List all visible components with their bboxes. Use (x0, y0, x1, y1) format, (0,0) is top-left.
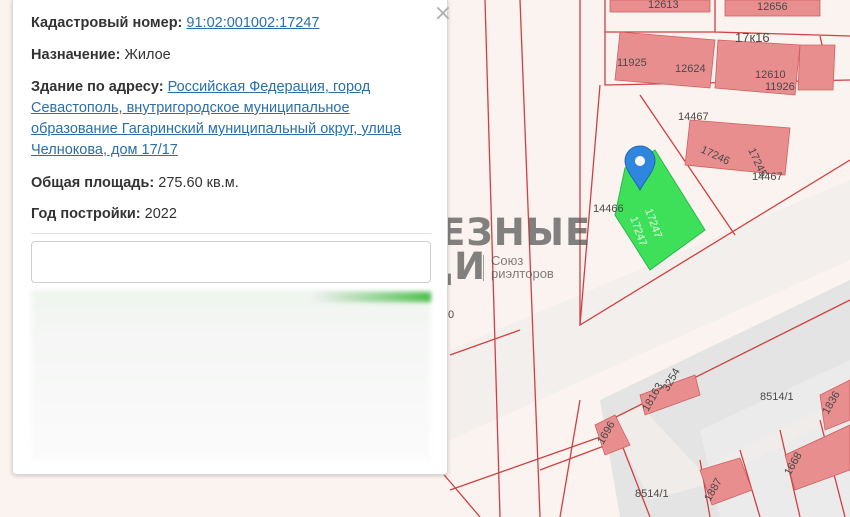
label-14466: 14466 (593, 203, 624, 215)
label-14467-top: 14467 (678, 111, 709, 123)
building-label: Здание по адресу: (31, 79, 164, 95)
cadastral-link[interactable]: 91:02:001002:17247 (186, 15, 319, 31)
label-12656: 12656 (757, 1, 788, 13)
close-icon[interactable]: × (433, 3, 453, 25)
year-value: 2022 (144, 206, 177, 222)
label-8514-top: 8514/1 (760, 391, 794, 403)
address-line-4[interactable]: Челнокова, дом 17/17 (31, 142, 178, 158)
label-0: 0 (448, 309, 454, 321)
purpose-row: Назначение: Жилое (31, 45, 171, 66)
area-label: Общая площадь: (31, 175, 155, 191)
year-label: Год постройки: (31, 206, 141, 222)
label-14467-bottom: 14467 (752, 171, 783, 183)
parcel-info-popup: × Кадастровый номер: 91:02:001002:17247 … (12, 0, 452, 475)
blurred-strip (313, 292, 431, 302)
area-value: 275.60 кв.м. (158, 175, 239, 191)
label-12613: 12613 (648, 0, 679, 11)
blurred-content (31, 290, 431, 460)
area-row: Общая площадь: 275.60 кв.м. (31, 173, 239, 194)
label-8514-bottom: 8514/1 (635, 488, 669, 500)
address-line-1[interactable]: Российская Федерация, город (168, 79, 371, 95)
label-12624: 12624 (675, 63, 706, 75)
label-11926: 11926 (765, 81, 795, 93)
cadastral-row: Кадастровый номер: 91:02:001002:17247 (31, 13, 319, 34)
purpose-label: Назначение: (31, 47, 121, 63)
address-line-2[interactable]: Севастополь, внутригородское муниципальн… (31, 100, 350, 116)
popup-input-field[interactable] (31, 241, 431, 283)
popup-divider (31, 233, 431, 234)
year-row: Год постройки: 2022 (31, 204, 177, 225)
label-17k16: 17к16 (735, 30, 770, 45)
address-row: Здание по адресу: Российская Федерация, … (31, 77, 431, 161)
cadastral-label: Кадастровый номер: (31, 15, 183, 31)
address-line-3[interactable]: образование Гагаринский муниципальный ок… (31, 121, 401, 137)
label-11925: 11925 (617, 57, 647, 69)
purpose-value: Жилое (124, 47, 171, 63)
label-12610: 12610 (755, 69, 786, 81)
